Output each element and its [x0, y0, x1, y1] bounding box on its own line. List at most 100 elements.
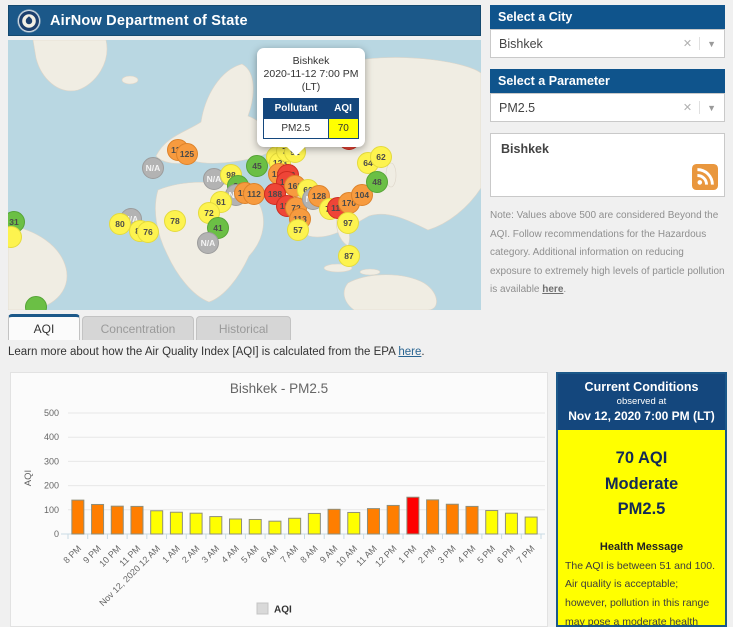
chart-bar[interactable] — [347, 511, 361, 535]
popup-col-aqi: AQI — [328, 98, 359, 119]
chart-bar[interactable] — [288, 517, 302, 535]
aqi-marker[interactable]: 78 — [164, 210, 186, 232]
aqi-marker[interactable]: 112 — [243, 183, 265, 205]
aqi-marker[interactable]: 48 — [366, 171, 388, 193]
aqi-marker[interactable]: 57 — [287, 219, 309, 241]
chart-bar[interactable] — [229, 518, 243, 535]
epa-here-link[interactable]: here — [398, 346, 421, 358]
chart-bar[interactable] — [485, 510, 499, 535]
popup-aqi-table: Pollutant AQI PM2.5 70 — [263, 98, 360, 140]
chart-y-axis-label: AQI — [23, 470, 34, 486]
chart-x-tick-label: 8 PM — [61, 543, 83, 565]
chart-title: Bishkek - PM2.5 — [230, 381, 328, 396]
popup-datetime: 2020-11-12 7:00 PM — [263, 68, 359, 81]
chart-x-tick-label: 4 AM — [219, 543, 241, 565]
chart-bar[interactable] — [366, 508, 380, 535]
conditions-summary: 70 AQI Moderate PM2.5 — [558, 430, 725, 523]
feed-city-label: Bishkek — [501, 142, 549, 156]
tab-historical[interactable]: Historical — [196, 316, 291, 340]
chart-y-tick-label: 0 — [54, 529, 59, 539]
select-city-header: Select a City — [490, 5, 725, 29]
chart-bar[interactable] — [327, 508, 341, 535]
chart-bar[interactable] — [189, 512, 203, 535]
beyond-aqi-note: Note: Values above 500 are considered Be… — [490, 207, 725, 300]
parameter-select-value: PM2.5 — [499, 100, 536, 115]
popup-aqi-value: 70 — [327, 118, 360, 140]
chart-bar[interactable] — [465, 505, 479, 535]
conditions-category: Moderate — [604, 474, 679, 493]
aqi-marker[interactable]: 80 — [109, 213, 131, 235]
chart-bar[interactable] — [445, 503, 459, 535]
world-aqi-map[interactable]: 31112125N/AN/A9836N/A129112617278N/A8086… — [8, 40, 481, 310]
popup-city: Bishkek — [292, 55, 330, 67]
city-select[interactable]: Bishkek ✕ ▼ — [490, 29, 725, 58]
map-land-shapes — [8, 40, 481, 310]
chart-bar[interactable] — [71, 499, 85, 535]
conditions-title: Current Conditions — [584, 380, 699, 394]
chart-x-tick-label: 7 AM — [278, 543, 300, 565]
chart-bar[interactable] — [406, 496, 420, 535]
aqi-marker[interactable]: 97 — [337, 212, 359, 234]
aqi-marker[interactable]: N/A — [197, 232, 219, 254]
popup-timezone: (LT) — [301, 81, 321, 94]
chart-x-tick-label: 5 AM — [239, 543, 261, 565]
chart-bar[interactable] — [248, 518, 262, 535]
chevron-down-icon[interactable]: ▼ — [700, 103, 716, 113]
learn-more-suffix: . — [421, 346, 425, 358]
aqi-bar-chart: Bishkek - PM2.5AQI01002003004005008 PM9 … — [23, 381, 545, 616]
chart-x-tick-label: 7 PM — [515, 543, 537, 565]
department-of-state-seal-icon — [17, 8, 41, 33]
chart-y-tick-label: 100 — [44, 505, 59, 515]
chart-y-tick-label: 300 — [44, 456, 59, 466]
chart-x-tick-label: 6 AM — [259, 543, 281, 565]
chart-bar[interactable] — [130, 505, 144, 535]
chart-bar[interactable] — [150, 510, 164, 535]
chart-bar[interactable] — [91, 503, 105, 535]
chart-bar[interactable] — [169, 511, 183, 535]
chart-x-tick-label: 6 PM — [495, 543, 517, 565]
parameter-select[interactable]: PM2.5 ✕ ▼ — [490, 93, 725, 122]
chart-x-tick-label: 3 PM — [436, 543, 458, 565]
tab-bar: AQI Concentration Historical — [8, 314, 293, 340]
chart-bar[interactable] — [524, 516, 538, 535]
chart-bar[interactable] — [504, 512, 518, 535]
chart-x-tick-label: 1 PM — [396, 543, 418, 565]
chart-bar[interactable] — [268, 520, 282, 535]
clear-parameter-icon[interactable]: ✕ — [676, 101, 701, 114]
conditions-pollutant: PM2.5 — [617, 500, 666, 519]
chart-bar[interactable] — [307, 512, 321, 535]
chart-y-tick-label: 500 — [44, 408, 59, 418]
conditions-observed-at: observed at — [616, 396, 667, 407]
chart-x-tick-label: 5 PM — [475, 543, 497, 565]
aqi-marker[interactable]: N/A — [142, 157, 164, 179]
chart-x-tick-label: 10 PM — [97, 543, 122, 568]
sidebar: Select a City Bishkek ✕ ▼ Select a Param… — [490, 5, 725, 300]
chart-bar[interactable] — [110, 505, 124, 535]
rss-feed-icon[interactable] — [692, 164, 718, 190]
chart-x-tick-label: 2 PM — [416, 543, 438, 565]
aqi-marker[interactable]: 125 — [176, 143, 198, 165]
aqi-marker[interactable]: 76 — [137, 221, 159, 243]
note-here-link[interactable]: here — [542, 284, 563, 295]
chevron-down-icon[interactable]: ▼ — [700, 39, 716, 49]
tab-concentration[interactable]: Concentration — [82, 316, 194, 340]
chart-x-tick-label: 10 AM — [334, 543, 359, 568]
clear-city-icon[interactable]: ✕ — [676, 37, 701, 50]
chart-bar[interactable] — [386, 504, 400, 535]
note-text: Note: Values above 500 are considered Be… — [490, 210, 725, 295]
chart-bar[interactable] — [209, 516, 223, 535]
chart-x-tick-label: 4 PM — [456, 543, 478, 565]
city-select-value: Bishkek — [499, 36, 543, 51]
popup-pollutant-value: PM2.5 — [263, 118, 329, 140]
chart-x-tick-label: 8 AM — [298, 543, 320, 565]
aqi-marker[interactable]: 62 — [370, 146, 392, 168]
current-conditions-panel: Current Conditions observed at Nov 12, 2… — [556, 372, 727, 627]
aqi-marker[interactable]: 87 — [338, 245, 360, 267]
chart-x-tick-label: 3 AM — [200, 543, 222, 565]
learn-more-text: Learn more about how the Air Quality Ind… — [8, 346, 399, 358]
chart-bar[interactable] — [426, 499, 440, 535]
tab-aqi[interactable]: AQI — [8, 314, 80, 340]
chart-x-tick-label: 1 AM — [160, 543, 182, 565]
current-conditions-header: Current Conditions observed at Nov 12, 2… — [558, 374, 725, 430]
aqi-marker[interactable]: 45 — [246, 155, 268, 177]
